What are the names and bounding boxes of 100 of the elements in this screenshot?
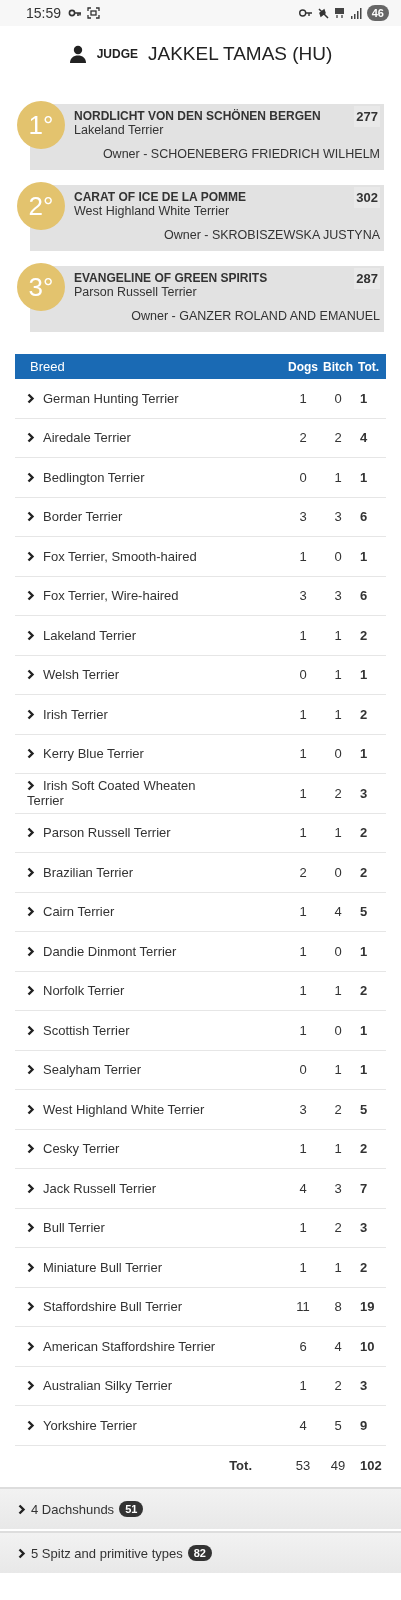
- table-cell-text: 1: [298, 706, 308, 722]
- table-cell-text: 3: [333, 588, 343, 604]
- total-label: Tot.: [229, 1457, 252, 1473]
- key-icon: [298, 9, 313, 17]
- breed-link[interactable]: Staffordshire Bull Terrier: [27, 1295, 286, 1319]
- dog-breed: Parson Russell Terrier: [74, 285, 198, 299]
- table-cell-text: 2: [359, 1141, 369, 1157]
- table-cell-text: 0: [333, 1022, 343, 1038]
- breed-link[interactable]: Fox Terrier, Smooth-haired: [27, 544, 286, 568]
- chevron-icon: [27, 1143, 35, 1155]
- column-header: Bitch: [322, 359, 354, 374]
- breed-link[interactable]: Cairn Terrier: [27, 900, 286, 924]
- table-cell-text: 1: [333, 825, 343, 841]
- breed-link[interactable]: Yorkshire Terrier: [27, 1413, 286, 1437]
- chevron-icon: [27, 1064, 35, 1076]
- column-header: Tot.: [357, 359, 381, 374]
- table-cell-text: 2: [359, 627, 369, 643]
- table-cell-text: 1: [333, 469, 343, 485]
- battery-badge: 46: [366, 5, 389, 21]
- chevron-icon: [27, 985, 35, 997]
- group-header[interactable]: 4 Dachshunds 51: [0, 1487, 401, 1529]
- breed-link[interactable]: Jack Russell Terrier: [27, 1176, 286, 1200]
- catalog-number: 277: [354, 106, 380, 127]
- table-cell-text: 11: [295, 1299, 311, 1315]
- table-cell-text: 3: [359, 785, 369, 801]
- breed-link[interactable]: Australian Silky Terrier: [27, 1374, 286, 1398]
- table-cell-text: 2: [333, 1101, 343, 1117]
- chevron-icon: [27, 1340, 35, 1352]
- table-cell-text: 1: [298, 1220, 308, 1236]
- person-icon: [68, 45, 87, 63]
- dog-name: CARAT OF ICE DE LA POMME: [74, 190, 246, 204]
- chevron-icon: [27, 629, 35, 641]
- breed-link[interactable]: German Hunting Terrier: [27, 386, 286, 410]
- table-cell-text: 1: [359, 667, 369, 683]
- place-badge: 2°: [17, 182, 65, 230]
- breed-link[interactable]: Border Terrier: [27, 505, 286, 529]
- chevron-icon: [27, 945, 35, 957]
- catalog-number: 302: [354, 187, 380, 208]
- table-cell-text: 4: [298, 1180, 308, 1196]
- table-cell-text: 3: [298, 1101, 308, 1117]
- table-cell-text: 1: [333, 1141, 343, 1157]
- table-cell-text: 0: [333, 943, 343, 959]
- table-cell-text: 2: [333, 1220, 343, 1236]
- breed-link[interactable]: Fox Terrier, Wire-haired: [27, 584, 286, 608]
- table-cell-text: 1: [359, 390, 369, 406]
- table-cell-text: 19: [359, 1299, 376, 1315]
- group-header[interactable]: 5 Spitz and primitive types 82: [0, 1531, 401, 1573]
- table-cell-text: 1: [298, 825, 308, 841]
- table-cell-text: 6: [298, 1338, 308, 1354]
- breed-link[interactable]: Kerry Blue Terrier: [27, 742, 286, 766]
- breed-link[interactable]: American Staffordshire Terrier: [27, 1334, 286, 1358]
- breed-link[interactable]: Lakeland Terrier: [27, 623, 286, 647]
- chevron-icon: [27, 432, 35, 444]
- chevron-icon: [27, 590, 35, 602]
- breed-link[interactable]: Miniature Bull Terrier: [27, 1255, 286, 1279]
- table-cell-text: 1: [298, 746, 308, 762]
- breed-link[interactable]: Bull Terrier: [27, 1216, 286, 1240]
- chevron-icon: [27, 708, 35, 720]
- chevron-icon: [27, 550, 35, 562]
- column-header: Breed: [29, 359, 66, 374]
- chevron-icon: [18, 1547, 26, 1559]
- table-cell-text: 0: [333, 390, 343, 406]
- breed-link[interactable]: Sealyham Terrier: [27, 1058, 286, 1082]
- table-cell-text: 1: [298, 1022, 308, 1038]
- table-cell-text: 1: [333, 627, 343, 643]
- table-cell-text: 3: [333, 509, 343, 525]
- table-cell-text: 0: [333, 864, 343, 880]
- table-cell-text: 9: [359, 1417, 369, 1433]
- table-cell-text: 1: [359, 548, 369, 564]
- breed-link[interactable]: Irish Soft Coated Wheaten Terrier: [27, 774, 286, 813]
- breed-link[interactable]: Scottish Terrier: [27, 1018, 286, 1042]
- table-cell-text: 3: [333, 1180, 343, 1196]
- breed-link[interactable]: Brazilian Terrier: [27, 860, 286, 884]
- chevron-icon: [27, 748, 35, 760]
- table-cell-text: 0: [298, 667, 308, 683]
- table-cell-text: 1: [359, 1062, 369, 1078]
- chevron-icon: [27, 866, 35, 878]
- table-cell-text: 1: [333, 706, 343, 722]
- breed-link[interactable]: West Highland White Terrier: [27, 1097, 286, 1121]
- table-cell-text: 1: [359, 943, 369, 959]
- count-badge: 82: [187, 1545, 212, 1561]
- breed-link[interactable]: Parson Russell Terrier: [27, 821, 286, 845]
- chevron-icon: [27, 669, 35, 681]
- dog-name: EVANGELINE OF GREEN SPIRITS: [74, 271, 268, 285]
- breed-link[interactable]: Dandie Dinmont Terrier: [27, 939, 286, 963]
- chevron-icon: [27, 1380, 35, 1392]
- breed-link[interactable]: Irish Terrier: [27, 702, 286, 726]
- breed-link[interactable]: Norfolk Terrier: [27, 979, 286, 1003]
- breed-link[interactable]: Bedlington Terrier: [27, 465, 286, 489]
- breed-link[interactable]: Welsh Terrier: [27, 663, 286, 687]
- table-cell-text: 4: [333, 904, 343, 920]
- breed-link[interactable]: Airedale Terrier: [27, 426, 286, 450]
- table-cell-text: 1: [298, 904, 308, 920]
- table-cell-text: 4: [359, 430, 369, 446]
- chevron-icon: [27, 1222, 35, 1234]
- table-cell-text: 5: [333, 1417, 343, 1433]
- table-cell-text: 0: [298, 469, 308, 485]
- owner-text: Owner - SCHOENEBERG FRIEDRICH WILHELM: [102, 147, 380, 161]
- breed-link[interactable]: Cesky Terrier: [27, 1137, 286, 1161]
- place-badge: 3°: [17, 263, 65, 311]
